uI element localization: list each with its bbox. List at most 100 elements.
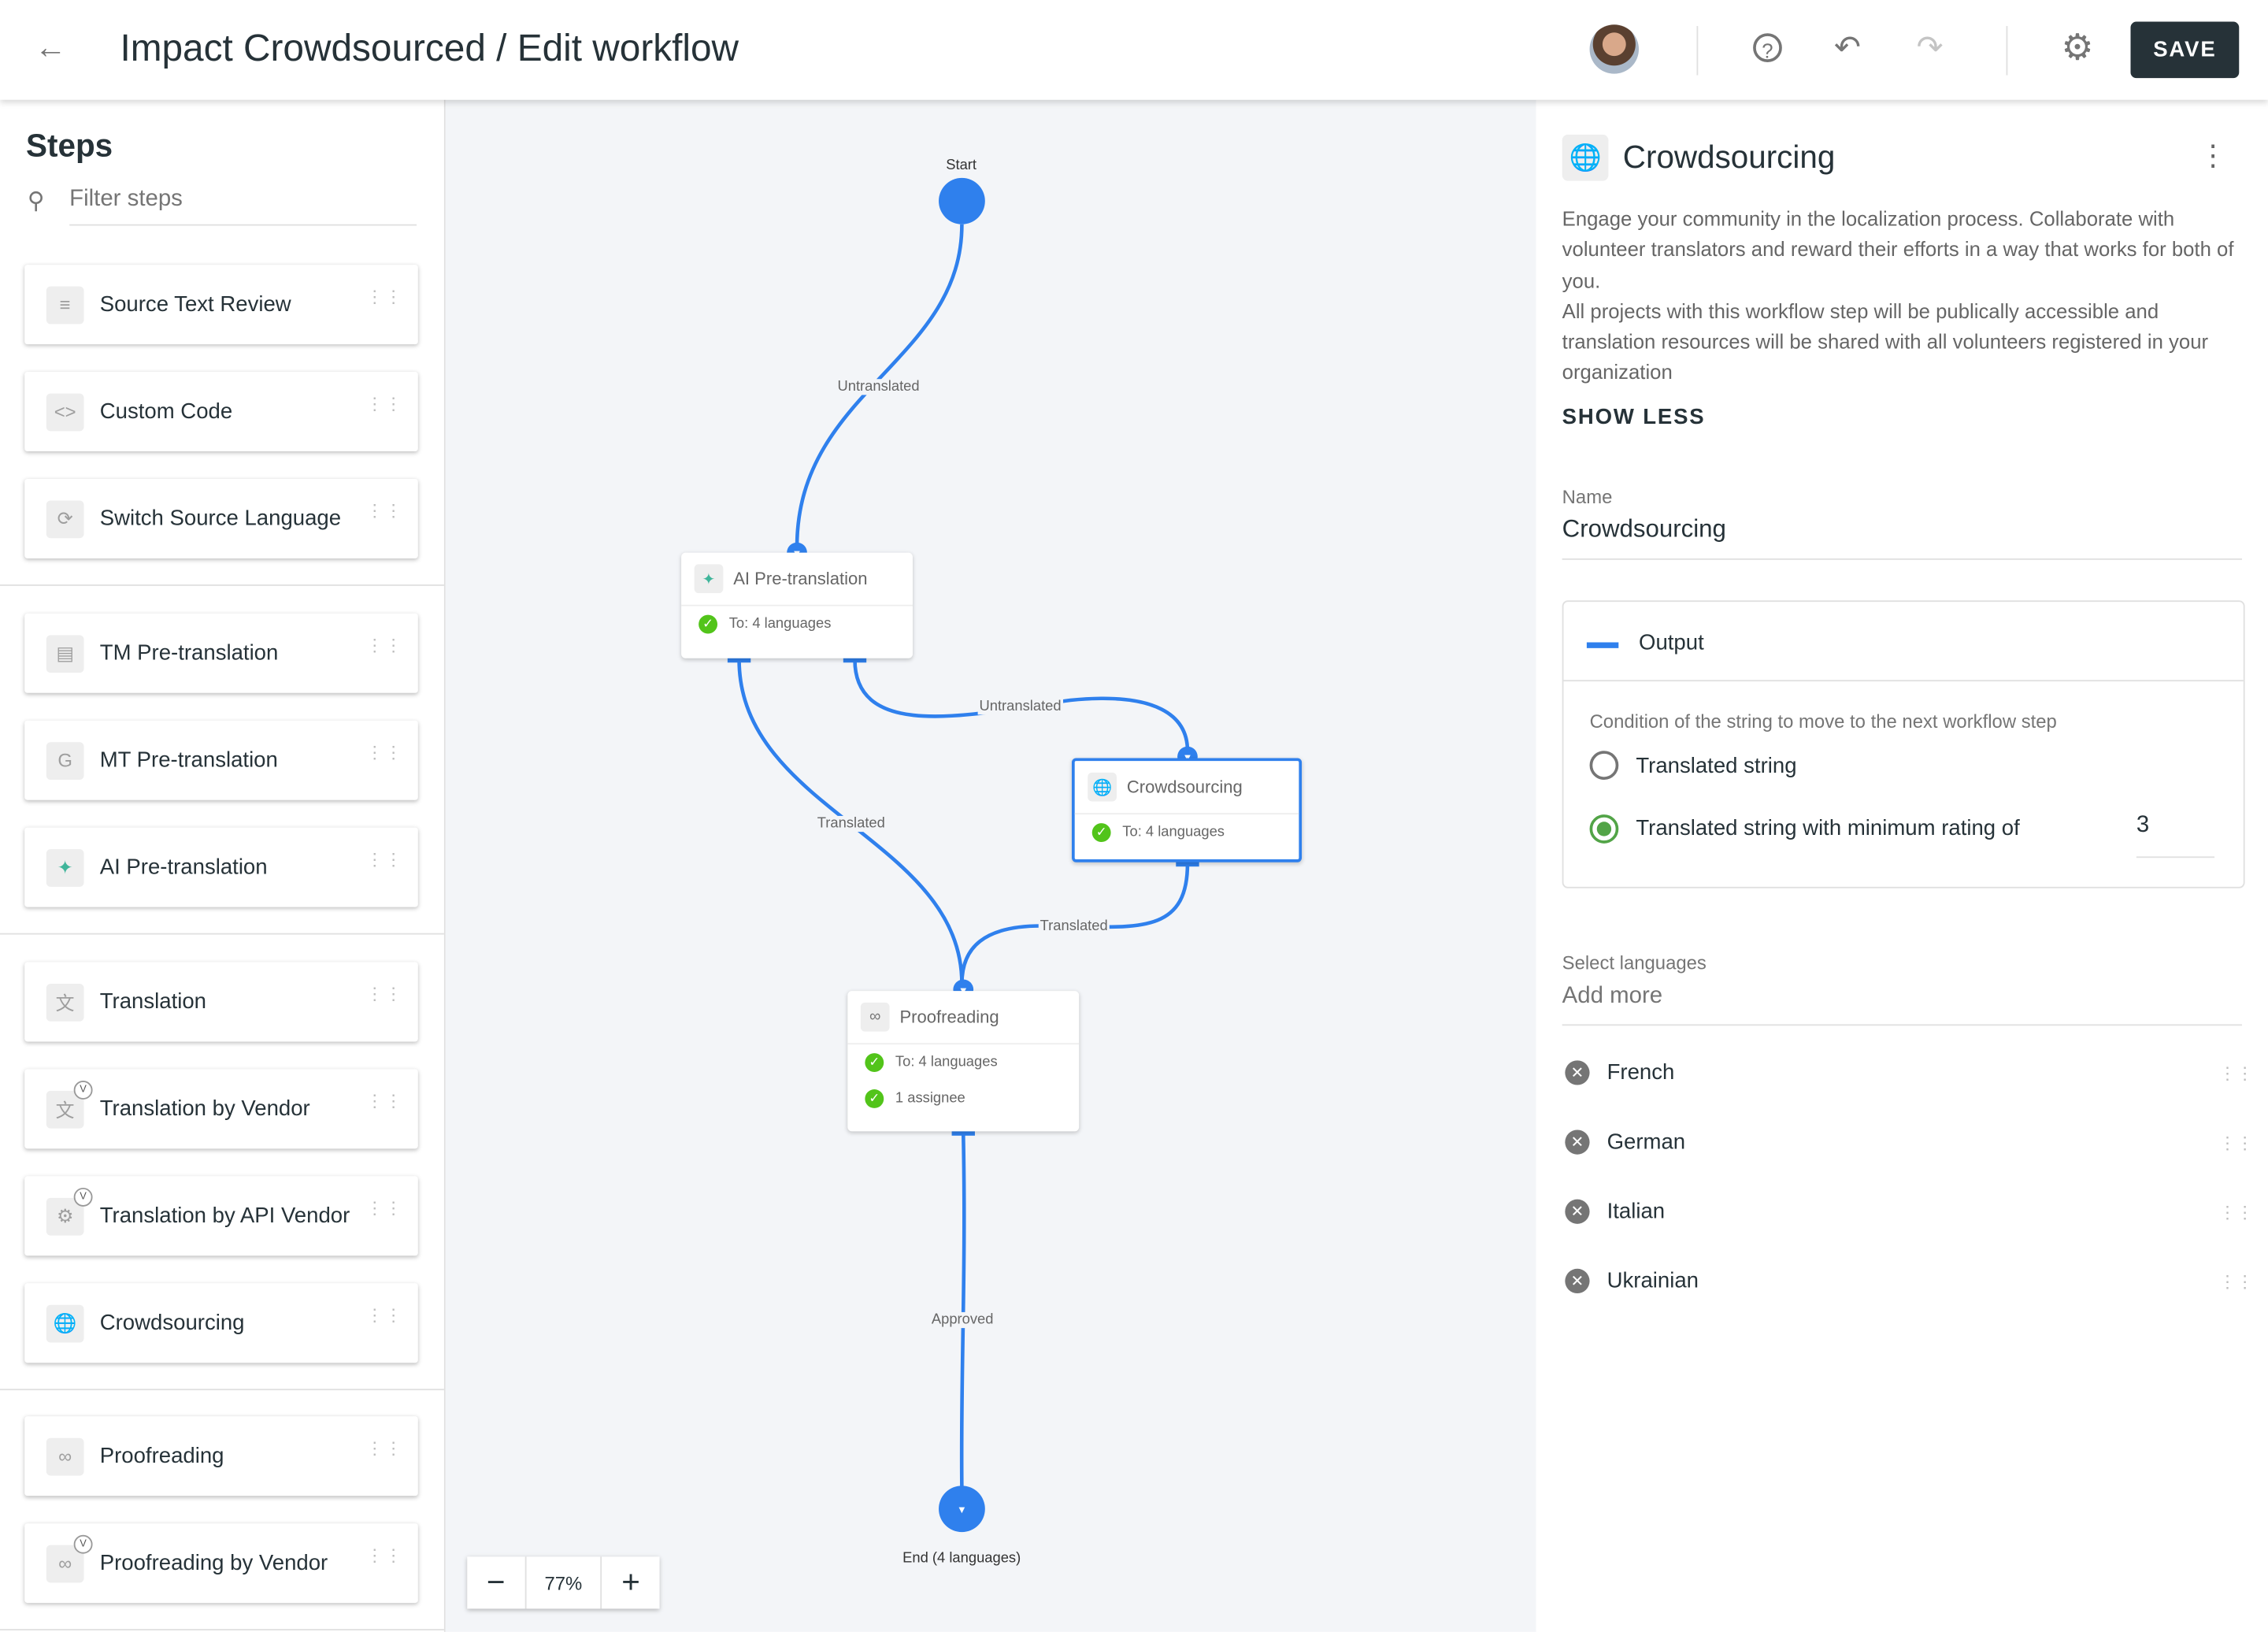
more-options-icon[interactable]: ⋮ <box>2199 137 2228 173</box>
glasses-icon: ∞ <box>860 1002 890 1032</box>
step-card[interactable]: <> Custom Code ⋮⋮ <box>24 372 418 452</box>
zoom-out-button[interactable]: − <box>467 1556 527 1609</box>
edge-label: Untranslated <box>836 379 921 395</box>
drag-handle-icon[interactable]: ⋮⋮ <box>366 636 404 654</box>
drag-handle-icon[interactable]: ⋮⋮ <box>366 851 404 868</box>
vendor-badge: V <box>73 1187 93 1206</box>
globe-icon: 🌐 <box>46 1304 84 1342</box>
name-input[interactable]: Crowdsourcing <box>1562 515 2242 560</box>
drag-handle-icon[interactable]: ⋮⋮ <box>2219 1272 2254 1289</box>
gear-icon: ⚙ V <box>46 1187 93 1235</box>
drag-handle-icon[interactable]: ⋮⋮ <box>366 288 404 306</box>
edge-label: Approved <box>930 1311 995 1329</box>
drag-handle-icon[interactable]: ⋮⋮ <box>366 1546 404 1563</box>
option-label: Translated string <box>1636 753 1797 779</box>
remove-icon[interactable]: ✕ <box>1565 1268 1590 1294</box>
divider <box>1696 26 1699 76</box>
redo-icon[interactable]: ↷ <box>1917 29 1944 67</box>
help-icon[interactable]: ? <box>1753 33 1782 62</box>
translate-icon: 文V <box>46 1080 93 1128</box>
gear-icon[interactable]: ⚙ <box>2061 26 2093 69</box>
step-card[interactable]: ⟳ Switch Source Language ⋮⋮ <box>24 478 418 558</box>
step-card[interactable]: G MT Pre-translation ⋮⋮ <box>24 720 418 800</box>
panel-title: Crowdsourcing <box>1622 139 1836 176</box>
step-label: Translation <box>99 989 207 1014</box>
ai-icon: ✦ <box>694 564 724 594</box>
divider <box>0 1389 444 1391</box>
tm-icon: ▤ <box>46 634 84 673</box>
avatar[interactable] <box>1589 24 1640 74</box>
drag-handle-icon[interactable]: ⋮⋮ <box>2219 1133 2254 1151</box>
show-less-button[interactable]: SHOW LESS <box>1562 405 1706 429</box>
step-label: Custom Code <box>99 399 233 425</box>
drag-handle-icon[interactable]: ⋮⋮ <box>366 985 404 1003</box>
output-line-icon <box>1586 642 1619 648</box>
back-arrow-icon[interactable]: ← <box>35 29 66 67</box>
edges-layer: ▼▼▼▼ <box>727 177 1199 1533</box>
step-card[interactable]: 文 Translation ⋮⋮ <box>24 962 418 1042</box>
drag-handle-icon[interactable]: ⋮⋮ <box>366 395 404 412</box>
node-detail: To: 4 languages <box>1122 824 1225 841</box>
glasses-icon: ∞ <box>46 1437 84 1475</box>
ai-icon: ✦ <box>46 848 84 886</box>
page-title: Impact Crowdsourced / Edit workflow <box>120 26 739 70</box>
add-language-input[interactable] <box>1562 981 2242 1026</box>
check-icon: ✓ <box>699 614 718 634</box>
radio-min-rating[interactable] <box>1589 814 1619 844</box>
step-card[interactable]: ▤ TM Pre-translation ⋮⋮ <box>24 613 418 693</box>
start-node[interactable] <box>939 177 985 224</box>
remove-icon[interactable]: ✕ <box>1565 1199 1590 1224</box>
remove-icon[interactable]: ✕ <box>1565 1129 1590 1155</box>
node-detail: To: 4 languages <box>728 616 832 632</box>
step-description: Engage your community in the localizatio… <box>1562 204 2242 389</box>
undo-icon[interactable]: ↶ <box>1834 29 1861 67</box>
save-button[interactable]: SAVE <box>2130 21 2240 79</box>
node-proofreading[interactable]: ∞ Proofreading ✓ To: 4 languages ✓ 1 assign… <box>847 991 1080 1132</box>
step-card[interactable]: ⚙ V Translation by API Vendor ⋮⋮ <box>24 1176 418 1256</box>
step-label: Source Text Review <box>99 292 291 317</box>
step-card[interactable]: ∞ V Proofreading by Vendor ⋮⋮ <box>24 1523 418 1604</box>
review-icon: ≡ <box>46 285 84 324</box>
step-label: AI Pre-translation <box>99 855 268 880</box>
remove-icon[interactable]: ✕ <box>1565 1060 1590 1085</box>
language-item: ✕ French ⋮⋮ <box>1565 1060 2254 1085</box>
drag-handle-icon[interactable]: ⋮⋮ <box>2219 1203 2254 1220</box>
step-card[interactable]: ≡ Source Text Review ⋮⋮ <box>24 265 418 345</box>
condition-label: Condition of the string to move to the n… <box>1589 710 2057 733</box>
node-crowdsourcing[interactable]: 🌐 Crowdsourcing ✓ To: 4 languages <box>1072 758 1303 862</box>
step-card[interactable]: ∞ Proofreading ⋮⋮ <box>24 1416 418 1497</box>
drag-handle-icon[interactable]: ⋮⋮ <box>366 1092 404 1110</box>
node-ai-pretranslation[interactable]: ✦ AI Pre-translation ✓ To: 4 languages <box>681 552 913 658</box>
drag-handle-icon[interactable]: ⋮⋮ <box>366 1307 404 1324</box>
zoom-level: 77% <box>544 1571 583 1594</box>
mt-icon: G <box>46 741 84 780</box>
code-icon: <> <box>46 392 84 431</box>
filter-steps-input[interactable] <box>69 184 417 226</box>
drag-handle-icon[interactable]: ⋮⋮ <box>366 502 404 519</box>
workflow-canvas[interactable]: ▼▼▼▼ Start End (4 languages) Untranslate… <box>445 99 1536 1632</box>
drag-handle-icon[interactable]: ⋮⋮ <box>366 1440 404 1457</box>
step-label: Proofreading by Vendor <box>99 1550 328 1576</box>
divider <box>0 1629 444 1630</box>
drag-handle-icon[interactable]: ⋮⋮ <box>366 1200 404 1217</box>
sidebar-title: Steps <box>26 127 113 164</box>
drag-handle-icon[interactable]: ⋮⋮ <box>366 744 404 761</box>
rating-input[interactable]: 3 <box>2136 813 2215 859</box>
description-text: Engage your community in the localizatio… <box>1562 206 2234 292</box>
translate-icon: 文 <box>46 983 84 1021</box>
step-label: Translation by API Vendor <box>99 1204 350 1229</box>
step-card[interactable]: 文 V Translation by Vendor ⋮⋮ <box>24 1069 418 1149</box>
radio-translated-string[interactable] <box>1589 751 1619 780</box>
start-label: Start <box>946 158 977 174</box>
step-card[interactable]: ✦ AI Pre-translation ⋮⋮ <box>24 827 418 907</box>
vendor-badge: V <box>73 1080 93 1099</box>
step-label: Switch Source Language <box>99 506 342 532</box>
step-card[interactable]: 🌐 Crowdsourcing ⋮⋮ <box>24 1283 418 1363</box>
drag-handle-icon[interactable]: ⋮⋮ <box>2219 1064 2254 1081</box>
step-label: TM Pre-translation <box>99 640 279 666</box>
zoom-in-button[interactable]: + <box>600 1556 660 1609</box>
divider <box>0 933 444 935</box>
zoom-controls: − 77% + <box>467 1556 660 1609</box>
node-title: AI Pre-translation <box>733 568 868 589</box>
edge-label: Untranslated <box>977 699 1063 715</box>
